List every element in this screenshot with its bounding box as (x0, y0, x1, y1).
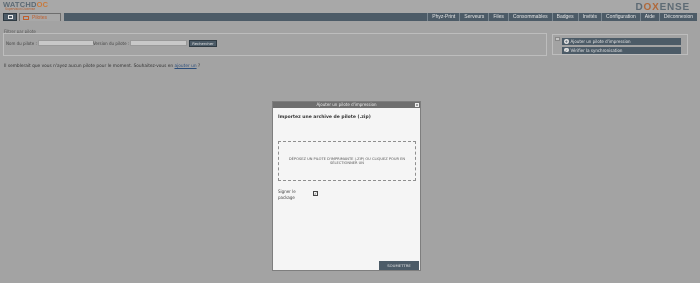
empty-message-suffix: ? (196, 64, 201, 69)
check-sync-button[interactable]: ✓ Vérifier la synchronisation (562, 46, 681, 54)
app-header: WATCHDOC Supervision Doxense DOXENSE (0, 0, 700, 13)
close-icon[interactable]: x (415, 103, 419, 107)
check-icon: ✓ (564, 47, 569, 53)
doxense-brand: DOXENSE (635, 2, 690, 13)
empty-message: Il semblerait que vous n'ayez aucun pilo… (4, 64, 200, 69)
modal-heading: Importez une archive de pilote (.zip) (278, 115, 371, 120)
logo-text-b: OC (36, 0, 49, 9)
home-tab[interactable] (3, 13, 17, 21)
menu-deconnexion[interactable]: Déconnexion (658, 13, 697, 21)
menu-badges[interactable]: Badges (551, 13, 578, 21)
brand-text-c: ENSE (659, 2, 690, 13)
filter-panel: Nom du pilote : Version du pilote : Rech… (3, 33, 547, 56)
tab-pilotes-label: Pilotes (32, 14, 48, 21)
menu-invites[interactable]: Invités (577, 13, 601, 21)
menu-serveurs[interactable]: Serveurs (459, 13, 488, 21)
sign-label-line1: Signer le (278, 189, 296, 194)
action-panel: + Ajouter un pilote d'impression ✓ Vérif… (552, 34, 688, 55)
collapse-toggle[interactable] (555, 37, 560, 41)
menu-files[interactable]: Files (488, 13, 508, 21)
add-driver-link[interactable]: ajouter un (174, 64, 196, 69)
add-driver-button[interactable]: + Ajouter un pilote d'impression (562, 38, 681, 45)
submit-button[interactable]: SOUMETTRE (379, 261, 419, 270)
plus-icon: + (564, 39, 569, 44)
driver-name-label: Nom du pilote : (6, 41, 37, 46)
sign-package-checkbox[interactable]: ✓ (313, 191, 318, 196)
search-button[interactable]: Rechercher (189, 39, 217, 47)
empty-message-text: Il semblerait que vous n'ayez aucun pilo… (4, 64, 174, 69)
driver-name-input[interactable] (38, 40, 94, 46)
watchdoc-logo[interactable]: WATCHDOC Supervision Doxense (3, 1, 48, 11)
menu-configuration[interactable]: Configuration (601, 13, 640, 21)
driver-version-input[interactable] (130, 40, 187, 46)
dropzone-text-line2: SÉLECTIONNER UN (329, 161, 364, 165)
home-icon (7, 15, 13, 19)
menu-phyz-print[interactable]: Phyz-Print (427, 13, 459, 21)
driver-version-label: Version du pilote : (93, 41, 130, 46)
brand-text-b: OX (643, 2, 660, 13)
main-menu: Phyz-Print Serveurs Files Consommables B… (64, 13, 697, 21)
modal-title: Ajouter un pilote d'impression (273, 102, 420, 108)
tab-pilotes[interactable]: Pilotes (19, 13, 61, 21)
menu-consommables[interactable]: Consommables (507, 13, 552, 21)
driver-dropzone[interactable]: DÉPOSEZ UN PILOTE D'IMPRIMANTE (.ZIP) OU… (278, 141, 416, 181)
check-sync-label: Vérifier la synchronisation (570, 47, 623, 53)
add-driver-label: Ajouter un pilote d'impression (570, 39, 631, 44)
printer-icon (23, 15, 29, 20)
add-driver-modal: Ajouter un pilote d'impression x Importe… (272, 101, 421, 271)
tab-bar: Pilotes Phyz-Print Serveurs Files Consom… (0, 13, 700, 21)
brand-text-a: D (635, 2, 644, 13)
sign-label-line2: package (278, 194, 295, 200)
menu-aide[interactable]: Aide (639, 13, 659, 21)
sign-package-label: Signer le package (278, 189, 296, 200)
